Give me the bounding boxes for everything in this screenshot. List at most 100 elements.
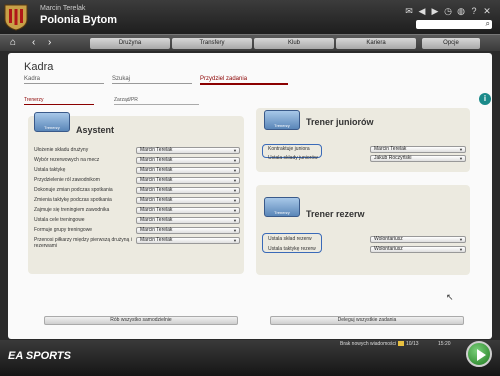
- subtab-zarzad-pr[interactable]: Zarząd/PR: [114, 97, 199, 105]
- chevron-down-icon: ▼: [459, 237, 463, 242]
- messages-status[interactable]: Brak nowych wiadomości: [340, 341, 396, 347]
- assistant-row-label: Przydzielenie ról zawodnikom: [34, 177, 100, 183]
- nav-back-icon[interactable]: ‹: [32, 37, 35, 49]
- assistant-row-label: Dokonuje zmian podczas spotkania: [34, 187, 113, 193]
- assistant-row-value: Marcin Terelak: [140, 167, 173, 173]
- tab-kariera[interactable]: Kariera: [336, 38, 416, 49]
- assistant-staff-icon: Trenerzy: [34, 112, 70, 132]
- assistant-row-value: Marcin Terelak: [140, 197, 173, 203]
- close-icon[interactable]: ✕: [482, 6, 492, 16]
- tab-kadra[interactable]: Kadra: [24, 76, 104, 84]
- assistant-row-label: Ustala cele treningowe: [34, 217, 85, 223]
- youth-coach-title: Trener juniorów: [306, 117, 374, 127]
- back-icon[interactable]: ◀: [417, 6, 427, 16]
- chevron-down-icon: ▼: [459, 247, 463, 252]
- youth-row-dropdown[interactable]: Jakub Roczyński ▼: [370, 155, 466, 162]
- chevron-down-icon: ▼: [233, 148, 237, 153]
- home-icon[interactable]: ⌂: [10, 37, 16, 49]
- globe-icon[interactable]: ◍: [456, 6, 466, 16]
- tab-druzyna[interactable]: Drużyna: [90, 38, 170, 49]
- tab-szukaj[interactable]: Szukaj: [112, 76, 192, 84]
- assistant-row-value: Marcin Terelak: [140, 207, 173, 213]
- continue-button[interactable]: [466, 341, 492, 367]
- reserve-row-label: Ustala skład rezerw: [268, 236, 312, 242]
- assistant-row-dropdown[interactable]: Marcin Terelak ▼: [136, 187, 240, 194]
- chevron-down-icon: ▼: [233, 168, 237, 173]
- reserve-row-dropdown[interactable]: Wolontariusz ▼: [370, 236, 466, 243]
- club-badge-icon: [4, 4, 28, 31]
- assistant-row-dropdown[interactable]: Marcin Terelak ▼: [136, 207, 240, 214]
- reserve-row-value: Wolontariusz: [374, 236, 403, 242]
- chevron-down-icon: ▼: [233, 178, 237, 183]
- do-all-self-button[interactable]: Rób wszystko samodzielnie: [44, 316, 238, 325]
- chevron-down-icon: ▼: [233, 158, 237, 163]
- play-icon: [477, 349, 486, 361]
- chevron-down-icon: ▼: [459, 156, 463, 161]
- assistant-row-value: Marcin Terelak: [140, 177, 173, 183]
- sub-tabs: Trenerzy Zarząd/PR: [24, 97, 204, 107]
- assistant-row-label: Zmienia taktykę podczas spotkania: [34, 197, 112, 203]
- tab-transfery[interactable]: Transfery: [172, 38, 252, 49]
- chevron-down-icon: ▼: [233, 208, 237, 213]
- top-icons: ✉ ◀ ▶ ◷ ◍ ? ✕: [404, 6, 492, 16]
- assistant-title: Asystent: [76, 125, 115, 135]
- chevron-down-icon: ▼: [459, 147, 463, 152]
- assistant-row-value: Marcin Terelak: [140, 227, 173, 233]
- assistant-row-dropdown[interactable]: Marcin Terelak ▼: [136, 237, 240, 244]
- search-input[interactable]: ⌕: [416, 19, 492, 29]
- tab-klub[interactable]: Klub: [254, 38, 334, 49]
- manager-name: Marcin Terelak: [40, 5, 86, 12]
- chevron-down-icon: ▼: [233, 238, 237, 243]
- tab-przydziel-zadania[interactable]: Przydziel zadania: [200, 76, 288, 85]
- assistant-panel: Trenerzy Asystent Ułożenie składu drużyn…: [28, 112, 244, 274]
- delegate-all-button[interactable]: Deleguj wszystkie zadania: [270, 316, 464, 325]
- assistant-row-dropdown[interactable]: Marcin Terelak ▼: [136, 157, 240, 164]
- assistant-row-dropdown[interactable]: Marcin Terelak ▼: [136, 177, 240, 184]
- assistant-row-dropdown[interactable]: Marcin Terelak ▼: [136, 197, 240, 204]
- reserve-row-label: Ustala taktykę rezerw: [268, 246, 316, 252]
- search-icon: ⌕: [485, 19, 490, 28]
- assistant-row-value: Marcin Terelak: [140, 157, 173, 163]
- reserve-coach-title: Trener rezerw: [306, 209, 365, 219]
- nav-forward-icon[interactable]: ›: [48, 37, 51, 49]
- mouse-cursor-icon: ↖: [446, 292, 454, 302]
- chevron-down-icon: ▼: [233, 228, 237, 233]
- assistant-row-dropdown[interactable]: Marcin Terelak ▼: [136, 147, 240, 154]
- page-title: Kadra: [24, 61, 54, 73]
- youth-row-dropdown[interactable]: Marcin Terelak ▼: [370, 146, 466, 153]
- assistant-row-label: Ustala taktykę: [34, 167, 66, 173]
- footer: EA SPORTS Brak nowych wiadomości 10/13 1…: [0, 340, 500, 376]
- ea-sports-logo: EA SPORTS: [8, 350, 71, 362]
- assistant-row-label: Ułożenie składu drużyny: [34, 147, 89, 153]
- assistant-row-dropdown[interactable]: Marcin Terelak ▼: [136, 217, 240, 224]
- subtab-trenerzy[interactable]: Trenerzy: [24, 97, 94, 105]
- nav-tabs: Drużyna Transfery Klub Kariera: [90, 38, 416, 49]
- help-icon[interactable]: ?: [469, 6, 479, 16]
- options-button[interactable]: Opcje: [422, 38, 480, 49]
- nav-bar: ⌂ ‹ › Drużyna Transfery Klub Kariera Opc…: [0, 34, 500, 51]
- mail-icon[interactable]: ✉: [404, 6, 414, 16]
- assistant-row-label: Formuje grupy treningowe: [34, 227, 93, 233]
- assistant-row-label: Wybór rezerwowych na mecz: [34, 157, 100, 163]
- youth-coach-panel: Trenerzy Trener juniorów Kontraktuje jun…: [256, 108, 470, 172]
- youth-row-value: Marcin Terelak: [374, 146, 407, 152]
- forward-icon[interactable]: ▶: [430, 6, 440, 16]
- info-icon[interactable]: i: [479, 93, 491, 105]
- assistant-row-value: Marcin Terelak: [140, 237, 173, 243]
- assistant-row-dropdown[interactable]: Marcin Terelak ▼: [136, 167, 240, 174]
- calendar-icon: [398, 341, 404, 346]
- reserve-row-dropdown[interactable]: Wolontariusz ▼: [370, 246, 466, 253]
- assistant-row-value: Marcin Terelak: [140, 217, 173, 223]
- assistant-row-dropdown[interactable]: Marcin Terelak ▼: [136, 227, 240, 234]
- bottom-buttons: Rób wszystko samodzielnie Deleguj wszyst…: [44, 316, 464, 326]
- top-header: Marcin Terelak Polonia Bytom ✉ ◀ ▶ ◷ ◍ ?…: [0, 0, 500, 34]
- reserve-coach-panel: Trenerzy Trener rezerw Ustala skład reze…: [256, 185, 470, 275]
- clock-icon[interactable]: ◷: [443, 6, 453, 16]
- page-tabs: Kadra Szukaj Przydziel zadania: [24, 76, 296, 86]
- game-date: 10/13: [406, 341, 419, 347]
- main-panel: Kadra Kadra Szukaj Przydziel zadania Tre…: [8, 53, 492, 339]
- chevron-down-icon: ▼: [233, 188, 237, 193]
- assistant-row-label: Przenosi piłkarzy między pierwszą drużyn…: [34, 237, 132, 249]
- reserve-row-value: Wolontariusz: [374, 246, 403, 252]
- youth-row-label: Ustala składy juniorów: [268, 155, 318, 161]
